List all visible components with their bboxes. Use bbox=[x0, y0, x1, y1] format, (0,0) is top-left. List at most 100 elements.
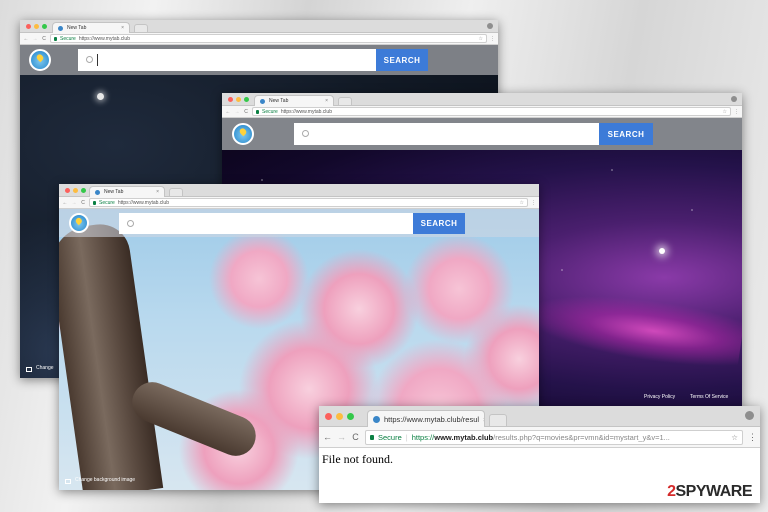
close-window-button[interactable] bbox=[26, 24, 31, 29]
search-input[interactable] bbox=[78, 49, 376, 71]
tab-new-tab[interactable]: New Tab × bbox=[52, 22, 130, 33]
address-bar[interactable]: Secure https://www.mytab.club ☆ bbox=[89, 198, 528, 207]
tab-title: New Tab bbox=[67, 25, 87, 31]
reload-button[interactable]: C bbox=[243, 109, 249, 115]
menu-icon[interactable]: ⋮ bbox=[531, 200, 536, 206]
mytab-logo bbox=[29, 49, 51, 71]
profile-icon[interactable] bbox=[745, 411, 754, 420]
secure-label: Secure bbox=[378, 432, 402, 442]
search-bar: SEARCH bbox=[294, 123, 653, 145]
url-text: https://www.mytab.club bbox=[280, 108, 332, 115]
text-cursor bbox=[97, 54, 98, 66]
address-bar[interactable]: Secure https://www.mytab.club ☆ bbox=[252, 107, 731, 116]
tab-strip: New Tab × bbox=[20, 20, 498, 33]
change-bg-icon[interactable] bbox=[26, 367, 32, 372]
close-tab-icon[interactable]: × bbox=[121, 25, 124, 31]
reload-button[interactable]: C bbox=[41, 36, 47, 42]
close-window-button[interactable] bbox=[228, 97, 233, 102]
lock-icon bbox=[93, 200, 96, 205]
search-input[interactable] bbox=[294, 123, 599, 145]
menu-icon[interactable]: ⋮ bbox=[734, 109, 739, 115]
back-button[interactable]: ← bbox=[323, 432, 332, 442]
maximize-window-button[interactable] bbox=[244, 97, 249, 102]
change-bg-link[interactable]: Change background image bbox=[75, 477, 135, 483]
tab-strip: New Tab × bbox=[59, 184, 539, 197]
back-button[interactable]: ← bbox=[225, 109, 231, 115]
privacy-policy-link[interactable]: Privacy Policy bbox=[644, 394, 675, 400]
change-bg-link[interactable]: Change bbox=[36, 365, 54, 371]
url-text: https://www.mytab.club/results.php?q=mov… bbox=[412, 433, 670, 442]
error-message: File not found. bbox=[322, 452, 393, 466]
secure-label: Secure bbox=[60, 35, 76, 42]
new-tab-button[interactable] bbox=[134, 24, 148, 33]
page-content: File not found. 2SPYWARE bbox=[319, 448, 760, 503]
window-controls bbox=[65, 188, 86, 193]
bookmark-star-icon[interactable]: ☆ bbox=[520, 200, 524, 206]
favicon-icon bbox=[95, 189, 100, 195]
menu-icon[interactable]: ⋮ bbox=[490, 36, 495, 42]
window-controls bbox=[325, 413, 354, 420]
search-button[interactable]: SEARCH bbox=[376, 49, 428, 71]
url-text: https://www.mytab.club bbox=[78, 35, 130, 42]
search-button[interactable]: SEARCH bbox=[599, 123, 653, 145]
window-controls bbox=[26, 24, 47, 29]
mytab-logo bbox=[232, 123, 254, 145]
minimize-window-button[interactable] bbox=[236, 97, 241, 102]
browser-window-results: https://www.mytab.club/resul × ← → C Sec… bbox=[319, 406, 760, 503]
address-bar[interactable]: Secure | https://www.mytab.club/results.… bbox=[365, 429, 743, 445]
close-tab-icon[interactable]: × bbox=[483, 415, 484, 424]
back-button[interactable]: ← bbox=[23, 36, 29, 42]
tab-strip: New Tab × bbox=[222, 93, 742, 106]
maximize-window-button[interactable] bbox=[81, 188, 86, 193]
bookmark-star-icon[interactable]: ☆ bbox=[479, 36, 483, 42]
close-window-button[interactable] bbox=[65, 188, 70, 193]
bookmark-star-icon[interactable]: ☆ bbox=[723, 109, 727, 115]
tab-new-tab[interactable]: New Tab × bbox=[89, 186, 165, 197]
search-bar: SEARCH bbox=[119, 213, 465, 234]
search-input[interactable] bbox=[119, 213, 413, 234]
close-tab-icon[interactable]: × bbox=[156, 189, 159, 195]
profile-icon[interactable] bbox=[731, 96, 737, 102]
tab-title: New Tab bbox=[269, 98, 289, 104]
tab-new-tab[interactable]: New Tab × bbox=[254, 95, 334, 106]
tab-title: https://www.mytab.club/resul bbox=[384, 414, 480, 424]
new-tab-button[interactable] bbox=[338, 97, 352, 106]
forward-button[interactable]: → bbox=[71, 200, 77, 206]
url-text: https://www.mytab.club bbox=[117, 199, 169, 206]
forward-button[interactable]: → bbox=[234, 109, 240, 115]
favicon-icon bbox=[58, 25, 63, 31]
mytab-logo bbox=[69, 213, 89, 233]
navigation-toolbar: ← → C Secure https://www.mytab.club ☆ ⋮ bbox=[222, 106, 742, 118]
menu-icon[interactable]: ⋮ bbox=[748, 432, 757, 443]
maximize-window-button[interactable] bbox=[42, 24, 47, 29]
reload-button[interactable]: C bbox=[351, 432, 360, 442]
lock-icon bbox=[54, 36, 57, 41]
terms-link[interactable]: Terms Of Service bbox=[690, 394, 728, 400]
moon-icon bbox=[97, 93, 104, 100]
close-tab-icon[interactable]: × bbox=[325, 98, 328, 104]
search-bar: SEARCH bbox=[78, 49, 428, 71]
minimize-window-button[interactable] bbox=[336, 413, 343, 420]
forward-button[interactable]: → bbox=[337, 432, 346, 442]
bookmark-star-icon[interactable]: ☆ bbox=[731, 433, 738, 442]
minimize-window-button[interactable] bbox=[73, 188, 78, 193]
search-button[interactable]: SEARCH bbox=[413, 213, 465, 234]
maximize-window-button[interactable] bbox=[347, 413, 354, 420]
change-bg-icon[interactable] bbox=[65, 479, 71, 484]
back-button[interactable]: ← bbox=[62, 200, 68, 206]
favicon-icon bbox=[260, 98, 265, 104]
new-tab-button[interactable] bbox=[169, 188, 183, 197]
tab-results[interactable]: https://www.mytab.club/resul × bbox=[367, 410, 485, 427]
watermark-word: SPYWARE bbox=[675, 483, 752, 500]
address-bar[interactable]: Secure https://www.mytab.club ☆ bbox=[50, 34, 487, 43]
forward-button[interactable]: → bbox=[32, 36, 38, 42]
tab-strip: https://www.mytab.club/resul × bbox=[319, 406, 760, 427]
profile-icon[interactable] bbox=[487, 23, 493, 29]
minimize-window-button[interactable] bbox=[34, 24, 39, 29]
navigation-toolbar: ← → C Secure | https://www.mytab.club/re… bbox=[319, 427, 760, 448]
tab-title: New Tab bbox=[104, 189, 124, 195]
close-window-button[interactable] bbox=[325, 413, 332, 420]
reload-button[interactable]: C bbox=[80, 200, 86, 206]
new-tab-button[interactable] bbox=[489, 414, 507, 427]
lock-icon bbox=[370, 434, 374, 440]
